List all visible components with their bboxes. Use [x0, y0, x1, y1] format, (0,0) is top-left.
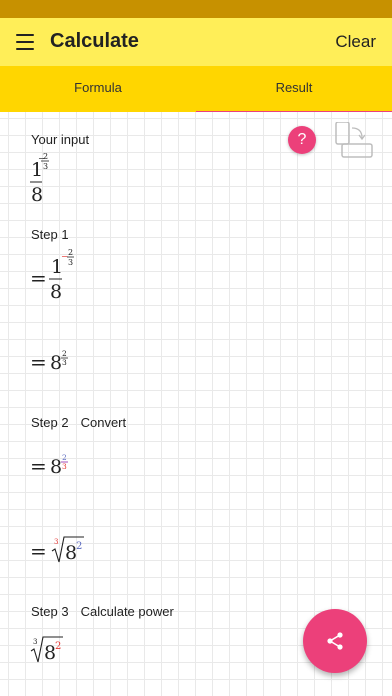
- step1-line1: = 1 − 2 3 8: [30, 248, 74, 303]
- step3-label: Step 3: [31, 604, 69, 619]
- step3-heading: Step 3 Calculate power: [31, 604, 174, 619]
- step2-line1-base: 8: [50, 456, 62, 478]
- result-panel[interactable]: Your input ? 1 − 2 3 8 Step 1 = 1 − 2 3 …: [0, 112, 392, 696]
- step2-line2-equals: =: [30, 539, 47, 563]
- step2-line1: = 8 2 3: [30, 453, 68, 478]
- tab-result[interactable]: Result: [196, 66, 392, 114]
- step2-label: Step 2: [31, 415, 69, 430]
- app-bar: Calculate Clear: [0, 18, 392, 66]
- status-bar: [0, 0, 392, 18]
- help-button[interactable]: ?: [288, 126, 316, 154]
- step1-label: Step 1: [31, 227, 69, 242]
- step3-line1-root-index: 3: [33, 638, 37, 646]
- step3-line1-power: 2: [55, 641, 61, 652]
- step1-line2-exponent-numerator: 2: [62, 349, 67, 358]
- step2-line1-equals: =: [30, 454, 47, 478]
- step1-line2-exponent-denominator: 3: [62, 358, 67, 367]
- step1-line2: = 8 2 3: [30, 349, 68, 374]
- input-denominator: 8: [31, 184, 43, 206]
- step2-line2: = 3 8 2: [30, 536, 84, 564]
- tab-formula[interactable]: Formula: [0, 66, 196, 112]
- step1-line1-exponent-denominator: 3: [68, 258, 73, 267]
- step3-description: Calculate power: [80, 604, 174, 619]
- tab-bar: Formula Result: [0, 66, 392, 114]
- step1-line1-exponent-numerator: 2: [68, 248, 73, 257]
- input-exponent-denominator: 3: [43, 162, 48, 171]
- step2-line1-exponent-numerator: 2: [62, 453, 67, 462]
- step2-line2-root-index: 3: [54, 538, 58, 546]
- step2-line1-exponent-denominator: 3: [62, 462, 67, 471]
- step1-line1-equals: =: [30, 266, 47, 290]
- step2-description: Convert: [80, 415, 127, 430]
- input-expression: 1 − 2 3 8: [30, 152, 49, 206]
- input-label: Your input: [31, 132, 90, 147]
- input-exponent-numerator: 2: [43, 152, 48, 161]
- rotate-screen-icon[interactable]: [334, 122, 374, 158]
- step1-line2-equals: =: [30, 350, 47, 374]
- share-button[interactable]: [303, 609, 367, 673]
- step3-line1: 3 8 2: [30, 636, 63, 664]
- step1-line1-denominator: 8: [50, 281, 62, 303]
- clear-button[interactable]: Clear: [335, 32, 376, 52]
- step2-heading: Step 2 Convert: [31, 415, 126, 430]
- menu-icon[interactable]: [16, 34, 34, 50]
- step2-line2-power: 2: [76, 541, 82, 552]
- step1-line2-base: 8: [50, 352, 62, 374]
- app-title: Calculate: [50, 30, 139, 52]
- share-icon: [327, 632, 343, 650]
